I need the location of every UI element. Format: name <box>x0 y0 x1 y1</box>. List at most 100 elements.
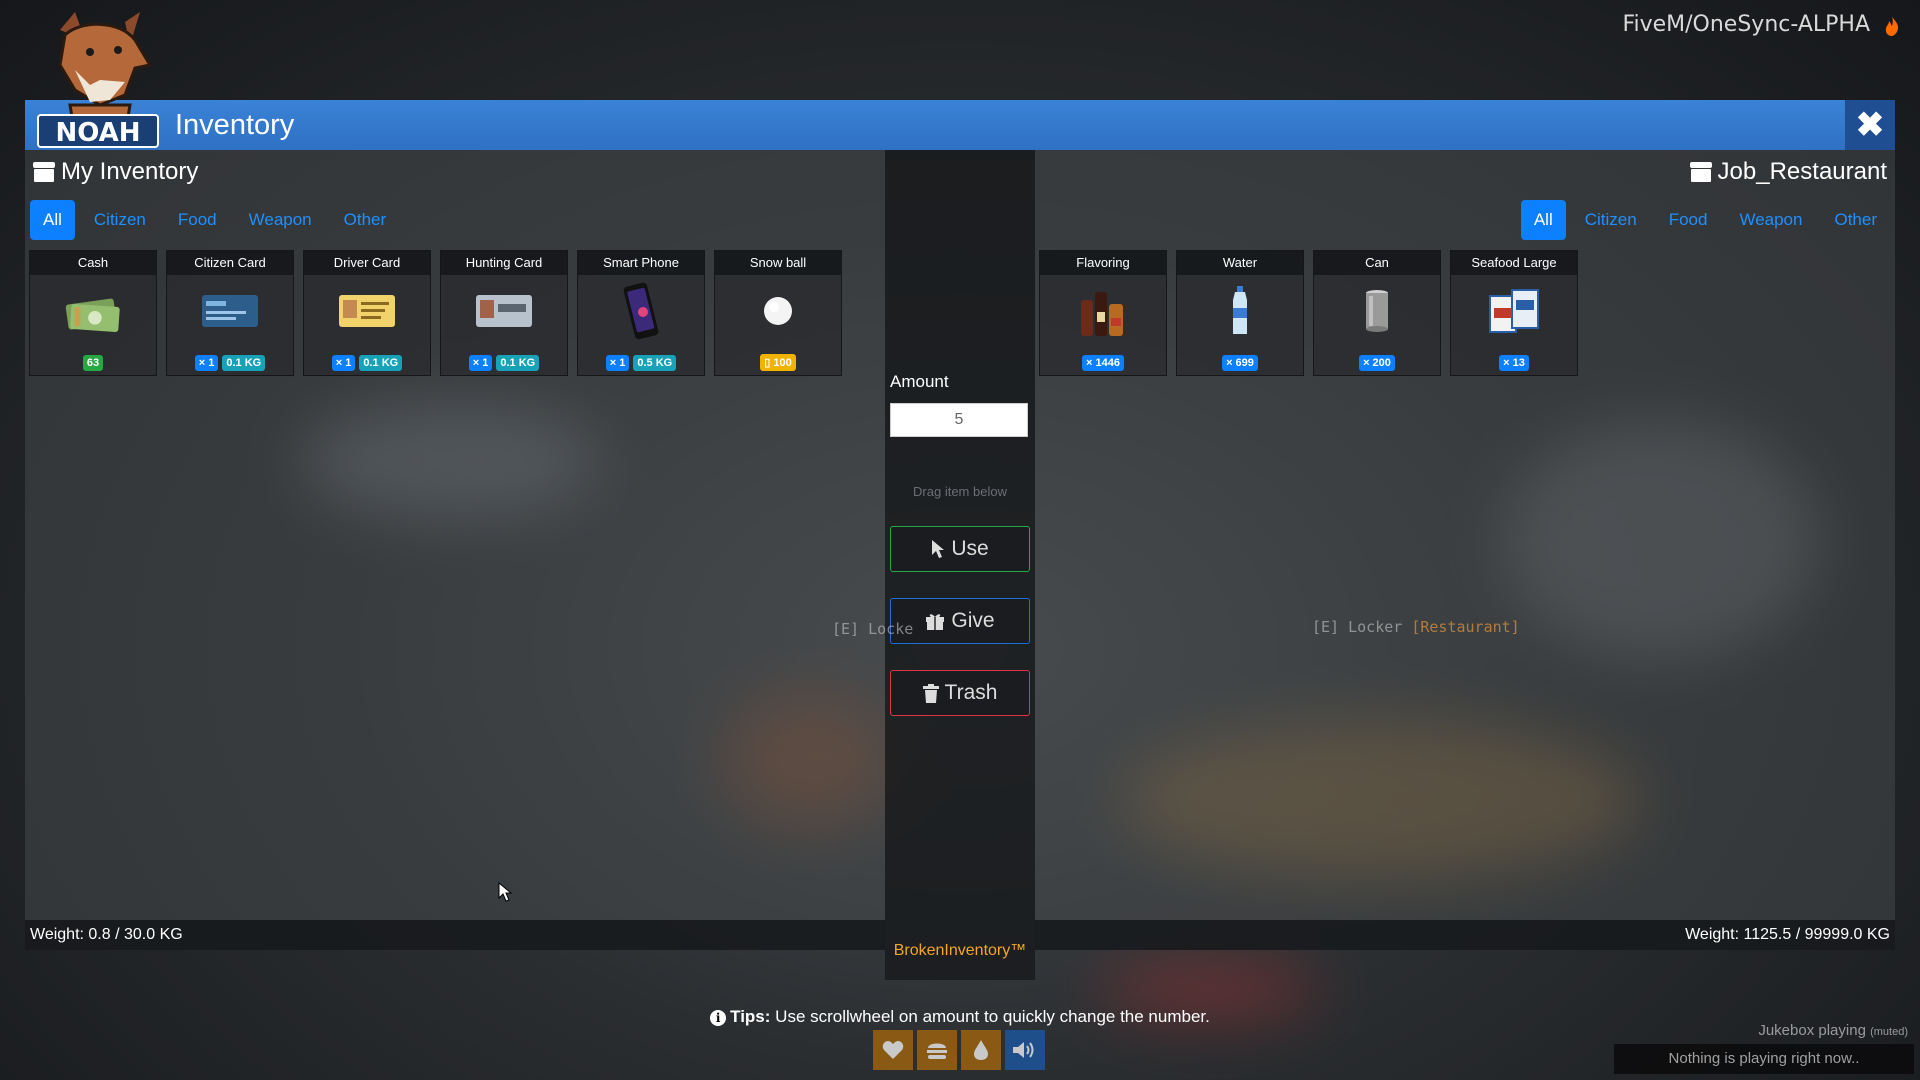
tab-weapon[interactable]: Weapon <box>1726 200 1815 240</box>
jukebox-title-text: Jukebox playing <box>1758 1022 1866 1039</box>
action-panel: Amount Drag item below Use Give Trash Br… <box>885 150 1035 980</box>
trash-button[interactable]: Trash <box>890 670 1030 716</box>
item-slot-water[interactable]: Water × 699 <box>1176 250 1304 376</box>
tab-other[interactable]: Other <box>1821 200 1890 240</box>
other-inventory-tabs: All Citizen Food Weapon Other <box>1520 200 1890 240</box>
burger-icon <box>927 1043 947 1059</box>
weight-badge: 0.1 KG <box>496 355 540 371</box>
thirst-status <box>961 1030 1001 1070</box>
smartphone-icon <box>623 282 659 340</box>
world-locker-text-left: [E] Locke <box>832 620 913 638</box>
tab-food[interactable]: Food <box>1656 200 1721 240</box>
brand-label: BrokenInventory™ <box>893 942 1027 959</box>
item-slot-hunting-card[interactable]: Hunting Card × 1 0.1 KG <box>440 250 568 376</box>
item-slot-snow-ball[interactable]: Snow ball ▯ 100 <box>714 250 842 376</box>
tab-all[interactable]: All <box>1520 200 1566 240</box>
item-name: Can <box>1314 251 1440 275</box>
heart-icon <box>882 1041 904 1059</box>
quantity-badge: × 1 <box>194 355 219 371</box>
flame-icon <box>1885 16 1899 36</box>
quantity-badge: 63 <box>82 355 104 371</box>
info-icon: i <box>710 1009 727 1026</box>
window-title: Inventory <box>175 108 295 141</box>
world-locker-text-right: [E] Locker [Restaurant] <box>1312 618 1520 636</box>
droplet-icon <box>974 1040 988 1060</box>
use-label: Use <box>951 537 989 560</box>
hunting-license-icon <box>476 295 532 327</box>
tab-weapon[interactable]: Weapon <box>236 200 325 240</box>
tab-citizen[interactable]: Citizen <box>81 200 159 240</box>
item-slot-smart-phone[interactable]: Smart Phone × 1 0.5 KG <box>577 250 705 376</box>
mouse-cursor-icon <box>498 882 512 902</box>
jukebox-muted: (muted) <box>1870 1026 1908 1038</box>
locker-key: [E] Locke <box>832 620 914 638</box>
can-icon <box>1366 290 1388 332</box>
quantity-badge: × 699 <box>1222 355 1258 371</box>
server-name: FiveM/OneSync-ALPHA <box>1622 12 1870 37</box>
trash-label: Trash <box>944 681 998 704</box>
weight-badge: 0.5 KG <box>633 355 677 371</box>
my-inventory-title-text: My Inventory <box>61 158 199 185</box>
quantity-badge: × 1 <box>605 355 630 371</box>
tab-other[interactable]: Other <box>331 200 400 240</box>
item-name: Water <box>1177 251 1303 275</box>
ammo-badge: ▯ 100 <box>760 354 796 371</box>
quantity-badge: × 13 <box>1499 355 1529 371</box>
quantity-badge: × 1 <box>468 355 493 371</box>
quantity-badge: × 1 <box>331 355 356 371</box>
close-button[interactable]: ✖ <box>1845 100 1895 150</box>
gift-icon <box>926 614 945 630</box>
id-card-icon <box>202 295 258 327</box>
other-inventory-weight: Weight: 1125.5 / 99999.0 KG <box>1035 920 1895 950</box>
amount-input[interactable] <box>890 403 1028 437</box>
cash-icon <box>65 298 120 333</box>
other-inventory-title: Job_Restaurant <box>1689 158 1887 186</box>
my-inventory-weight: Weight: 0.8 / 30.0 KG <box>25 920 885 950</box>
hunger-status <box>917 1030 957 1070</box>
item-slot-driver-card[interactable]: Driver Card × 1 0.1 KG <box>303 250 431 376</box>
item-name: Snow ball <box>715 251 841 275</box>
tab-food[interactable]: Food <box>165 200 230 240</box>
item-slot-cash[interactable]: Cash 63 <box>29 250 157 376</box>
item-slot-citizen-card[interactable]: Citizen Card × 1 0.1 KG <box>166 250 294 376</box>
close-icon: ✖ <box>1855 106 1885 144</box>
job-restaurant-panel: Job_Restaurant All Citizen Food Weapon O… <box>1035 150 1895 950</box>
trash-icon <box>922 683 939 703</box>
my-inventory-title: My Inventory <box>33 158 198 186</box>
health-status <box>873 1030 913 1070</box>
give-label: Give <box>951 609 995 632</box>
driver-license-icon <box>339 295 395 327</box>
item-name: Seafood Large <box>1451 251 1577 275</box>
status-bar <box>873 1030 1045 1070</box>
seafood-box-icon <box>1489 289 1539 333</box>
item-name: Cash <box>30 251 156 275</box>
other-inventory-grid: Flavoring × 1446 Water × 699 Can × 200 S… <box>1039 250 1578 376</box>
item-name: Hunting Card <box>441 251 567 275</box>
quantity-badge: × 200 <box>1359 355 1395 371</box>
locker-key: [E] Locker <box>1312 618 1403 636</box>
flavoring-icon <box>1081 292 1123 336</box>
tips-label: Tips: <box>730 1007 771 1026</box>
my-inventory-grid: Cash 63 Citizen Card × 1 0.1 KG Driver Ca… <box>29 250 842 376</box>
use-button[interactable]: Use <box>890 526 1030 572</box>
tab-all[interactable]: All <box>30 200 75 240</box>
drag-hint: Drag item below <box>913 484 1007 499</box>
item-name: Citizen Card <box>167 251 293 275</box>
item-slot-seafood-large[interactable]: Seafood Large × 13 <box>1450 250 1578 376</box>
tab-citizen[interactable]: Citizen <box>1572 200 1650 240</box>
my-inventory-panel: My Inventory All Citizen Food Weapon Oth… <box>25 150 885 950</box>
item-name: Smart Phone <box>578 251 704 275</box>
locker-name: [Restaurant] <box>1411 618 1520 636</box>
tips-text: Use scrollwheel on amount to quickly cha… <box>775 1007 1210 1026</box>
snowball-icon <box>764 297 792 325</box>
tips-bar: i Tips: Use scrollwheel on amount to quic… <box>0 1007 1920 1027</box>
jukebox-status: Nothing is playing right now.. <box>1614 1044 1914 1074</box>
item-name: Flavoring <box>1040 251 1166 275</box>
item-slot-can[interactable]: Can × 200 <box>1313 250 1441 376</box>
speaker-icon <box>1013 1042 1034 1058</box>
inventory-titlebar: Inventory ✖ <box>25 100 1895 150</box>
item-slot-flavoring[interactable]: Flavoring × 1446 <box>1039 250 1167 376</box>
amount-label: Amount <box>890 372 949 391</box>
pointer-icon <box>932 540 945 558</box>
water-bottle-icon <box>1233 286 1247 334</box>
